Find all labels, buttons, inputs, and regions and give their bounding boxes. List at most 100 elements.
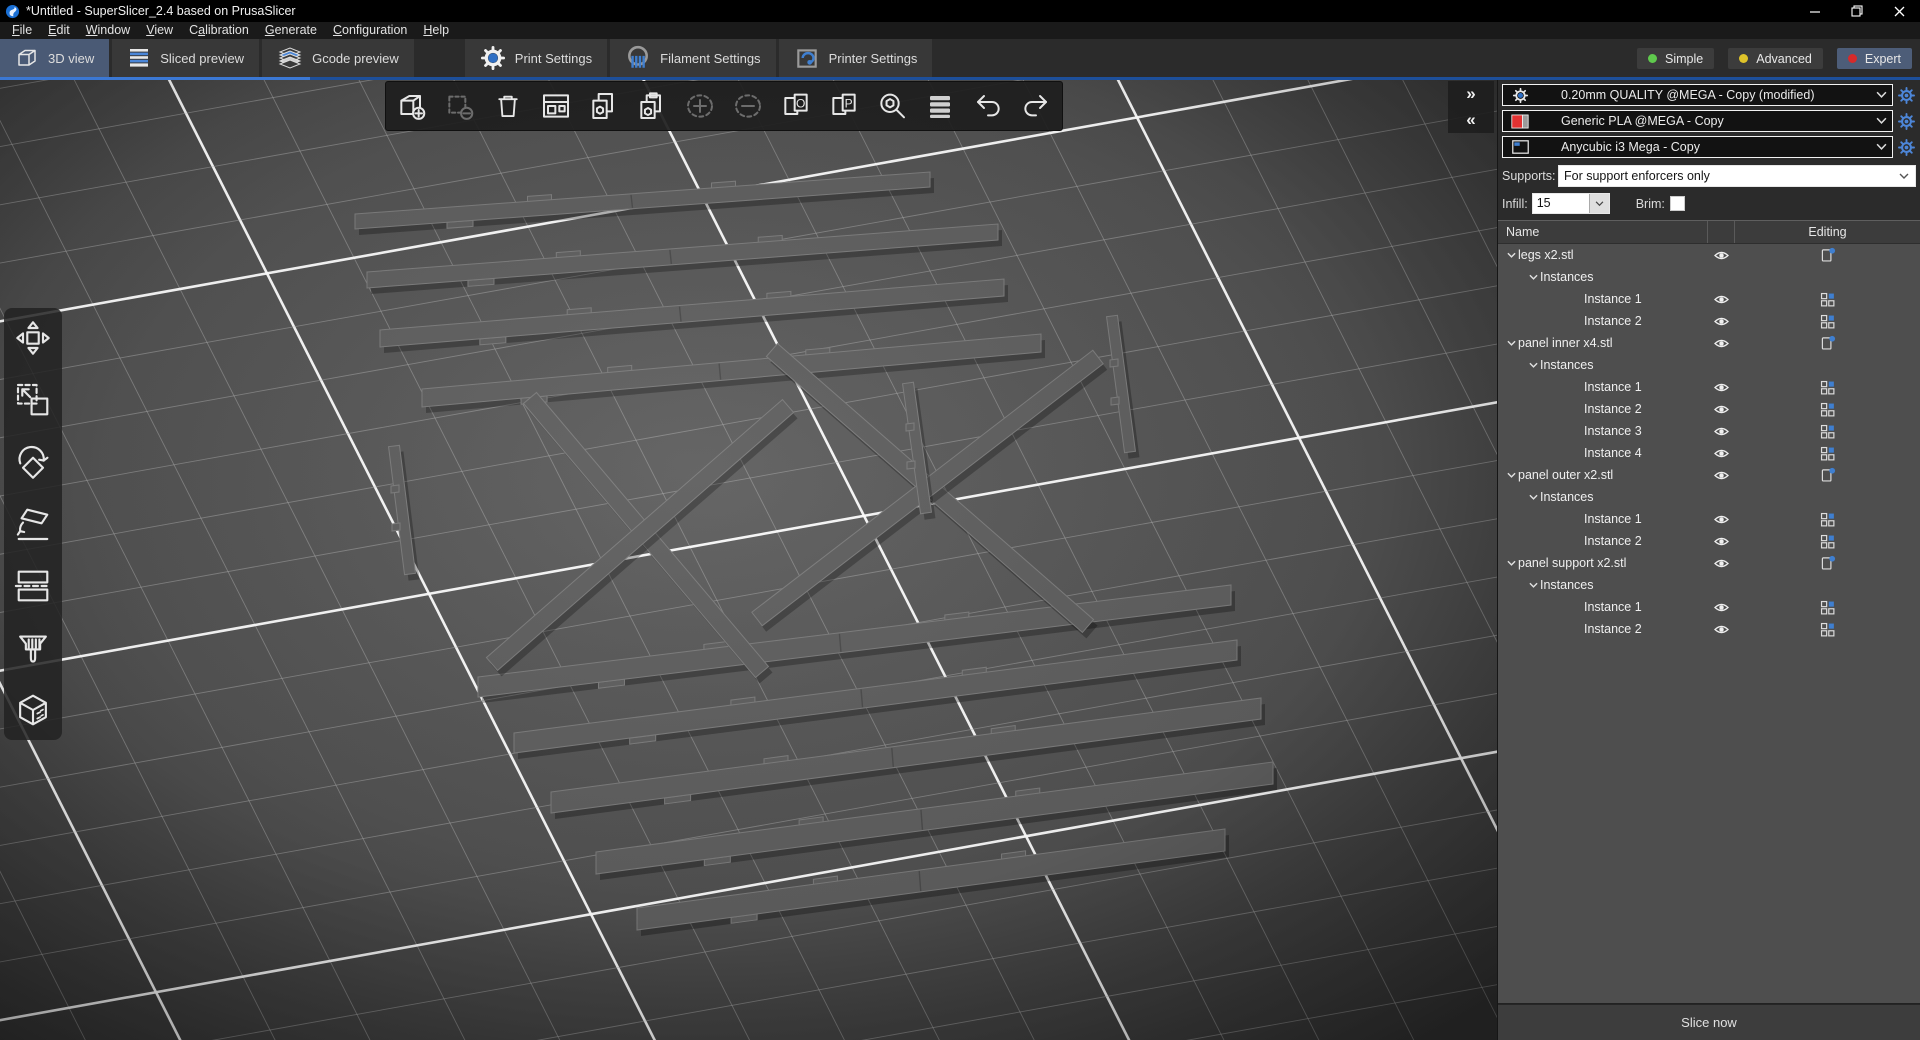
chevron-down-icon[interactable] — [1526, 582, 1540, 589]
editing-icon[interactable] — [1735, 599, 1920, 616]
chevron-down-icon[interactable] — [1588, 194, 1609, 213]
eye-icon[interactable] — [1708, 469, 1735, 482]
eye-icon[interactable] — [1708, 557, 1735, 570]
menu-generate[interactable]: Generate — [257, 22, 325, 39]
editing-icon[interactable] — [1735, 466, 1920, 484]
expand-sidebar-button[interactable]: » — [1448, 81, 1494, 107]
rotate-gizmo-button[interactable] — [10, 438, 56, 486]
add-model-button[interactable] — [390, 84, 434, 128]
slice-now-button[interactable]: Slice now — [1498, 1004, 1920, 1040]
list-item-instance-1[interactable]: Instance 1 — [1498, 508, 1920, 530]
bed-scene[interactable] — [0, 80, 1497, 1040]
list-item-instance-1[interactable]: Instance 1 — [1498, 376, 1920, 398]
list-item-instance-2[interactable]: Instance 2 — [1498, 310, 1920, 332]
scale-gizmo-button[interactable] — [10, 376, 56, 424]
editing-icon[interactable] — [1735, 533, 1920, 550]
menu-help[interactable]: Help — [415, 22, 457, 39]
editing-icon[interactable] — [1735, 401, 1920, 418]
list-item-instance-3[interactable]: Instance 3 — [1498, 420, 1920, 442]
variable-layer-height-button[interactable] — [918, 84, 962, 128]
eye-icon[interactable] — [1708, 249, 1735, 262]
editing-icon[interactable] — [1735, 423, 1920, 440]
list-item-instance-2[interactable]: Instance 2 — [1498, 530, 1920, 552]
list-item-instance-1[interactable]: Instance 1 — [1498, 288, 1920, 310]
mode-advanced-button[interactable]: Advanced — [1728, 48, 1823, 69]
eye-icon[interactable] — [1708, 381, 1735, 394]
chevron-down-icon[interactable] — [1504, 472, 1518, 479]
editing-icon[interactable] — [1735, 379, 1920, 396]
eye-icon[interactable] — [1708, 513, 1735, 526]
list-item-panel-inner-x4-stl[interactable]: panel inner x4.stl — [1498, 332, 1920, 354]
undo-button[interactable] — [966, 84, 1010, 128]
eye-icon[interactable] — [1708, 403, 1735, 416]
collapse-sidebar-button[interactable]: « — [1448, 107, 1494, 133]
list-item-legs-x2-stl[interactable]: legs x2.stl — [1498, 244, 1920, 266]
list-item-instance-4[interactable]: Instance 4 — [1498, 442, 1920, 464]
brim-checkbox[interactable] — [1669, 196, 1685, 211]
tab-sliced-preview[interactable]: Sliced preview — [112, 39, 260, 77]
copy-button[interactable] — [582, 84, 626, 128]
menu-view[interactable]: View — [138, 22, 181, 39]
seam-gizmo-button[interactable] — [10, 686, 56, 734]
editing-icon[interactable] — [1735, 313, 1920, 330]
list-item-instances[interactable]: Instances — [1498, 266, 1920, 288]
split-to-objects-button[interactable]: O — [774, 84, 818, 128]
move-gizmo-button[interactable] — [10, 314, 56, 362]
list-item-instances[interactable]: Instances — [1498, 574, 1920, 596]
mode-simple-button[interactable]: Simple — [1637, 48, 1715, 69]
cut-gizmo-button[interactable] — [10, 562, 56, 610]
editing-icon[interactable] — [1735, 554, 1920, 572]
eye-icon[interactable] — [1708, 623, 1735, 636]
eye-icon[interactable] — [1708, 315, 1735, 328]
eye-icon[interactable] — [1708, 293, 1735, 306]
list-item-instances[interactable]: Instances — [1498, 486, 1920, 508]
chevron-down-icon[interactable] — [1504, 340, 1518, 347]
editing-icon[interactable] — [1735, 291, 1920, 308]
printer-settings-gear-button[interactable] — [1895, 138, 1917, 157]
list-item-instances[interactable]: Instances — [1498, 354, 1920, 376]
split-to-parts-button[interactable]: P — [822, 84, 866, 128]
minimize-button[interactable] — [1794, 0, 1836, 22]
infill-combo[interactable]: 15 — [1531, 193, 1610, 214]
list-item-panel-outer-x2-stl[interactable]: panel outer x2.stl — [1498, 464, 1920, 486]
chevron-down-icon[interactable] — [1526, 494, 1540, 501]
eye-icon[interactable] — [1708, 601, 1735, 614]
print-preset-combo[interactable]: 0.20mm QUALITY @MEGA - Copy (modified) — [1502, 84, 1893, 106]
menu-configuration[interactable]: Configuration — [325, 22, 415, 39]
editing-icon[interactable] — [1735, 621, 1920, 638]
menu-window[interactable]: Window — [78, 22, 138, 39]
tab-filament-settings[interactable]: Filament Settings — [610, 39, 776, 77]
eye-icon[interactable] — [1708, 447, 1735, 460]
print-settings-gear-button[interactable] — [1895, 86, 1917, 105]
supports-combo[interactable]: For support enforcers only — [1558, 165, 1916, 187]
editing-icon[interactable] — [1735, 334, 1920, 352]
tab-print-settings[interactable]: Print Settings — [464, 39, 608, 77]
search-button[interactable] — [870, 84, 914, 128]
tab-printer-settings[interactable]: Printer Settings — [778, 39, 933, 77]
editing-icon[interactable] — [1735, 445, 1920, 462]
printer-preset-combo[interactable]: Anycubic i3 Mega - Copy — [1502, 136, 1893, 158]
list-item-instance-2[interactable]: Instance 2 — [1498, 398, 1920, 420]
eye-icon[interactable] — [1708, 535, 1735, 548]
restore-button[interactable] — [1836, 0, 1878, 22]
redo-button[interactable] — [1014, 84, 1058, 128]
paste-button[interactable] — [630, 84, 674, 128]
editing-icon[interactable] — [1735, 511, 1920, 528]
tab-3d-view[interactable]: 3D view — [0, 39, 110, 77]
paint-supports-gizmo-button[interactable] — [10, 624, 56, 672]
menu-edit[interactable]: Edit — [40, 22, 78, 39]
chevron-down-icon[interactable] — [1526, 274, 1540, 281]
list-item-instance-1[interactable]: Instance 1 — [1498, 596, 1920, 618]
close-button[interactable] — [1878, 0, 1920, 22]
delete-all-button[interactable] — [486, 84, 530, 128]
menu-calibration[interactable]: Calibration — [181, 22, 257, 39]
viewport-3d[interactable]: OP » « — [0, 80, 1497, 1040]
filament-settings-gear-button[interactable] — [1895, 112, 1917, 131]
mode-expert-button[interactable]: Expert — [1836, 48, 1912, 69]
eye-icon[interactable] — [1708, 337, 1735, 350]
chevron-down-icon[interactable] — [1504, 252, 1518, 259]
tab-gcode-preview[interactable]: Gcode preview — [262, 39, 414, 77]
chevron-down-icon[interactable] — [1504, 560, 1518, 567]
place-on-face-gizmo-button[interactable] — [10, 500, 56, 548]
chevron-down-icon[interactable] — [1526, 362, 1540, 369]
